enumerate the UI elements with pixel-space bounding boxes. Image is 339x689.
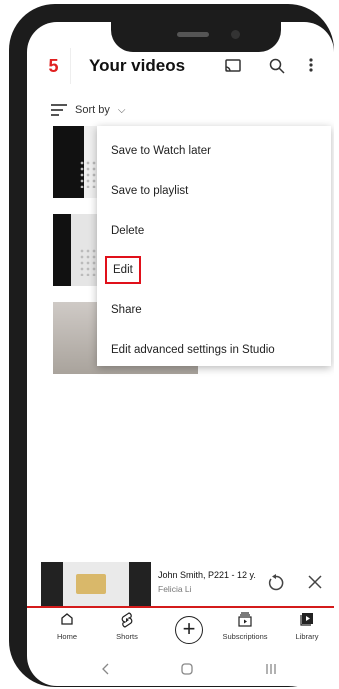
- home-circle-icon[interactable]: [181, 662, 193, 678]
- library-icon: [279, 612, 334, 630]
- camera: [231, 30, 240, 39]
- menu-item-edit[interactable]: Edit: [105, 256, 141, 284]
- sort-icon: [51, 104, 67, 116]
- create-button[interactable]: +: [175, 616, 203, 644]
- volume-button: [13, 90, 21, 116]
- home-icon: [39, 612, 95, 630]
- sort-by-button[interactable]: Sort by ⌵: [51, 100, 125, 120]
- screen: 5 Your videos Sort by ⌵ Save to Watch la…: [27, 22, 334, 686]
- mini-player-title: John Smith, P221 - 12 y.: [158, 570, 256, 580]
- chevron-down-icon: ⌵: [117, 104, 126, 116]
- system-navigation-bar: [27, 658, 334, 686]
- mini-player-channel: Felicia Li: [158, 584, 192, 594]
- nav-subscriptions-label: Subscriptions: [222, 632, 268, 641]
- sort-label: Sort by: [75, 104, 110, 116]
- nav-shorts[interactable]: Shorts: [99, 612, 155, 641]
- volume-down-button: [13, 144, 21, 194]
- nav-library-label: Library: [295, 632, 319, 641]
- menu-item-share[interactable]: Share: [111, 298, 142, 322]
- mini-player-thumbnail[interactable]: [41, 562, 151, 606]
- subscriptions-icon: [217, 612, 273, 630]
- nav-library[interactable]: Library: [279, 612, 334, 641]
- phone-frame: 5 Your videos Sort by ⌵ Save to Watch la…: [9, 4, 334, 687]
- step-number-badge: 5: [37, 48, 71, 84]
- back-icon[interactable]: [101, 662, 109, 678]
- nav-home-label: Home: [56, 632, 77, 641]
- nav-subscriptions[interactable]: Subscriptions: [217, 612, 273, 641]
- recents-icon[interactable]: [265, 662, 277, 678]
- menu-item-edit-advanced[interactable]: Edit advanced settings in Studio: [111, 338, 275, 362]
- nav-shorts-label: Shorts: [116, 632, 138, 641]
- shorts-icon: [99, 612, 155, 630]
- more-vert-icon[interactable]: [301, 58, 321, 78]
- cast-icon[interactable]: [223, 58, 243, 78]
- app-header: 5 Your videos: [27, 48, 334, 92]
- plus-icon: +: [182, 616, 196, 641]
- menu-item-save-playlist[interactable]: Save to playlist: [111, 179, 188, 203]
- close-icon[interactable]: [307, 574, 323, 595]
- bottom-navigation: Home Shorts + Subscriptions Library: [27, 610, 334, 654]
- video-options-menu: Save to Watch later Save to playlist Del…: [97, 126, 331, 366]
- search-icon[interactable]: [267, 58, 287, 78]
- nav-home[interactable]: Home: [39, 612, 95, 641]
- menu-item-save-watch-later[interactable]: Save to Watch later: [111, 139, 211, 163]
- menu-item-delete[interactable]: Delete: [111, 219, 144, 243]
- mini-player[interactable]: John Smith, P221 - 12 y. Felicia Li: [27, 562, 334, 608]
- speaker: [177, 32, 209, 37]
- replay-icon[interactable]: [267, 574, 285, 597]
- page-title: Your videos: [89, 56, 186, 75]
- power-button: [13, 209, 21, 259]
